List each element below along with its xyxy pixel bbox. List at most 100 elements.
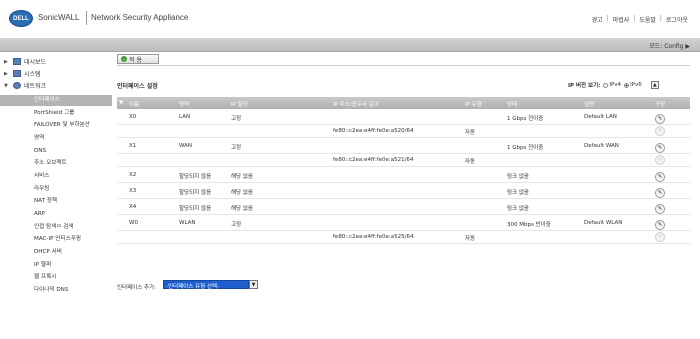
sidebar-item-arp[interactable]: ARP <box>34 209 45 220</box>
sidebar-item-portshield[interactable]: PortShield 그룹 <box>34 108 74 119</box>
column-name[interactable]: 이름 <box>129 100 139 108</box>
cell-status: 링크 없음 <box>507 190 529 196</box>
sidebar-item-dashboard[interactable]: ▶ 대시보드 <box>4 56 46 67</box>
ip-version-label: IP 버전 보기: <box>568 83 601 89</box>
table-row: X3 할당되지 않음 해당 없음 링크 없음 ✎ <box>117 183 690 199</box>
table-row: X4 할당되지 않음 해당 없음 링크 없음 ✎ <box>117 199 690 215</box>
cell-status: 300 Mbps 반이중 <box>507 222 551 228</box>
column-zone[interactable]: 영역 <box>179 100 189 108</box>
sidebar-item-system[interactable]: ▶ 시스템 <box>4 68 41 79</box>
link-alerts[interactable]: 경고 <box>592 15 603 24</box>
cell-ip-type: 자동 <box>465 236 476 242</box>
column-ip-assignment[interactable]: IP 할당 <box>231 100 248 108</box>
table-header: ▼ 이름 영역 IP 할당 IP 주소/접두사 길이 IP 유형 상태 설명 구… <box>117 97 690 109</box>
cell-status: 링크 없음 <box>507 206 529 212</box>
cell-name: X2 <box>129 172 137 178</box>
cell-status: 1 Gbps 전이중 <box>507 116 544 122</box>
link-separator: | <box>633 15 636 22</box>
top-links: 경고 | 마법사 | 도움말 | 로그아웃 <box>592 15 688 24</box>
edit-pencil-icon: ✎ <box>655 155 665 165</box>
table-row: X2 할당되지 않음 해당 없음 링크 없음 ✎ <box>117 167 690 183</box>
cell-zone: 할당되지 않음 <box>179 174 212 180</box>
system-icon <box>13 70 21 77</box>
add-interface-select[interactable]: -인터페이스 유형 선택- ▼ <box>163 280 258 290</box>
expand-arrow-icon: ▶ <box>4 58 8 65</box>
apply-button[interactable]: ✓ 적 용 <box>117 54 159 64</box>
edit-pencil-icon[interactable]: ✎ <box>655 143 665 153</box>
brand-divider <box>86 11 87 25</box>
cell-assignment: 고정 <box>231 116 242 122</box>
cell-assignment: 고정 <box>231 145 242 151</box>
cell-name: W0 <box>129 220 138 226</box>
dashboard-icon <box>13 58 21 65</box>
edit-pencil-icon[interactable]: ✎ <box>655 114 665 124</box>
sidebar-item-neighbor-discovery[interactable]: 인접 탐색ㅁ 검색 <box>34 222 74 233</box>
column-ip-address[interactable]: IP 주소/접두사 길이 <box>333 100 379 108</box>
edit-pencil-icon: ✎ <box>655 126 665 136</box>
dropdown-arrow-icon[interactable]: ▼ <box>249 280 258 289</box>
sidebar-item-network[interactable]: ▼ 네트워크 <box>4 80 46 91</box>
cell-description: Default WLAN <box>584 220 623 226</box>
sidebar-item-web-proxy[interactable]: 웹 프록시 <box>34 272 56 283</box>
cell-zone: 할당되지 않음 <box>179 190 212 196</box>
cell-ip-address: fe80::c2ea:e4ff:fe0e:a520/64 <box>333 128 414 134</box>
link-wizard[interactable]: 마법사 <box>613 15 630 24</box>
cell-name: X1 <box>129 143 137 149</box>
edit-pencil-icon[interactable]: ✎ <box>655 172 665 182</box>
ipv4-option[interactable]: IPv4 <box>603 82 621 88</box>
sidebar-item-mac-ip[interactable]: MAC-IP 안티스푸핑 <box>34 234 81 245</box>
cell-ip-address: fe80::c2ea:e4ff:fe0e:a525/64 <box>333 234 414 240</box>
link-logout[interactable]: 로그아웃 <box>666 15 688 24</box>
table-row: fe80::c2ea:e4ff:fe0e:a525/64 자동 ✎ <box>117 231 690 244</box>
cell-description: Default WAN <box>584 143 619 149</box>
toolbar-divider <box>117 65 690 66</box>
collapse-button[interactable]: ▲ <box>650 81 659 89</box>
ipv4-radio[interactable] <box>603 82 609 88</box>
sidebar-item-dhcp[interactable]: DHCP 서버 <box>34 247 62 258</box>
column-status[interactable]: 상태 <box>507 100 517 108</box>
sidebar-item-ip-helper[interactable]: IP 헬퍼 <box>34 260 51 271</box>
column-ip-type[interactable]: IP 유형 <box>465 100 482 108</box>
cell-ip-address: fe80::c2ea:e4ff:fe0e:a521/64 <box>333 157 414 163</box>
cell-status: 링크 없음 <box>507 174 529 180</box>
add-interface-label: 인터페이스 추가: <box>117 285 157 291</box>
sidebar-item-nat[interactable]: NAT 정책 <box>34 196 57 207</box>
link-separator: | <box>606 15 609 22</box>
column-description[interactable]: 설명 <box>584 100 594 108</box>
link-help[interactable]: 도움말 <box>639 15 656 24</box>
sidebar-item-services[interactable]: 서비스 <box>34 171 49 182</box>
sidebar: ▶ 대시보드 ▶ 시스템 ▼ 네트워크 인터페이스 PortShield 그룹 … <box>0 53 112 339</box>
cell-ip-type: 자동 <box>465 159 476 165</box>
cell-zone: WLAN <box>179 220 196 226</box>
cell-assignment: 해당 없음 <box>231 206 253 212</box>
mode-bar: 모드: Config ▶ <box>0 38 700 52</box>
interfaces-table: ▼ 이름 영역 IP 할당 IP 주소/접두사 길이 IP 유형 상태 설명 구… <box>117 97 690 244</box>
table-row: fe80::c2ea:e4ff:fe0e:a521/64 자동 ✎ <box>117 154 690 167</box>
column-configure[interactable]: 구성 <box>655 100 665 108</box>
cell-assignment: 해당 없음 <box>231 190 253 196</box>
sidebar-item-zones[interactable]: 영역 <box>34 133 44 144</box>
table-row: W0 WLAN 고정 300 Mbps 반이중 Default WLAN ✎ <box>117 215 690 231</box>
sort-arrow-icon[interactable]: ▼ <box>119 100 123 106</box>
network-icon <box>13 82 21 89</box>
edit-pencil-icon[interactable]: ✎ <box>655 188 665 198</box>
cell-name: X4 <box>129 204 137 210</box>
sidebar-item-interfaces[interactable]: 인터페이스 <box>0 95 112 106</box>
add-interface-value[interactable]: -인터페이스 유형 선택- <box>163 280 249 290</box>
cell-zone: WAN <box>179 143 193 149</box>
sidebar-item-routing[interactable]: 라우팅 <box>34 184 49 195</box>
sidebar-item-failover[interactable]: FAILOVER 및 부하분산 <box>34 120 90 131</box>
table-row: X0 LAN 고정 1 Gbps 전이중 Default LAN ✎ <box>117 109 690 125</box>
section-title: 인터페이스 설정 <box>117 83 158 90</box>
sidebar-item-dns[interactable]: DNS <box>34 146 46 157</box>
ipv6-option[interactable]: IPv6 <box>624 82 642 88</box>
mode-toggle[interactable]: 모드: Config ▶ <box>649 41 690 50</box>
top-header: DELL SonicWALL Network Security Applianc… <box>0 0 700 38</box>
edit-pencil-icon[interactable]: ✎ <box>655 220 665 230</box>
sidebar-item-dynamic-dns[interactable]: 다이나믹 DNS <box>34 285 68 296</box>
cell-name: X0 <box>129 114 137 120</box>
sidebar-item-address-objects[interactable]: 주소 오브젝트 <box>34 158 67 169</box>
edit-pencil-icon[interactable]: ✎ <box>655 204 665 214</box>
ipv6-radio[interactable] <box>624 82 630 88</box>
cell-zone: LAN <box>179 114 191 120</box>
